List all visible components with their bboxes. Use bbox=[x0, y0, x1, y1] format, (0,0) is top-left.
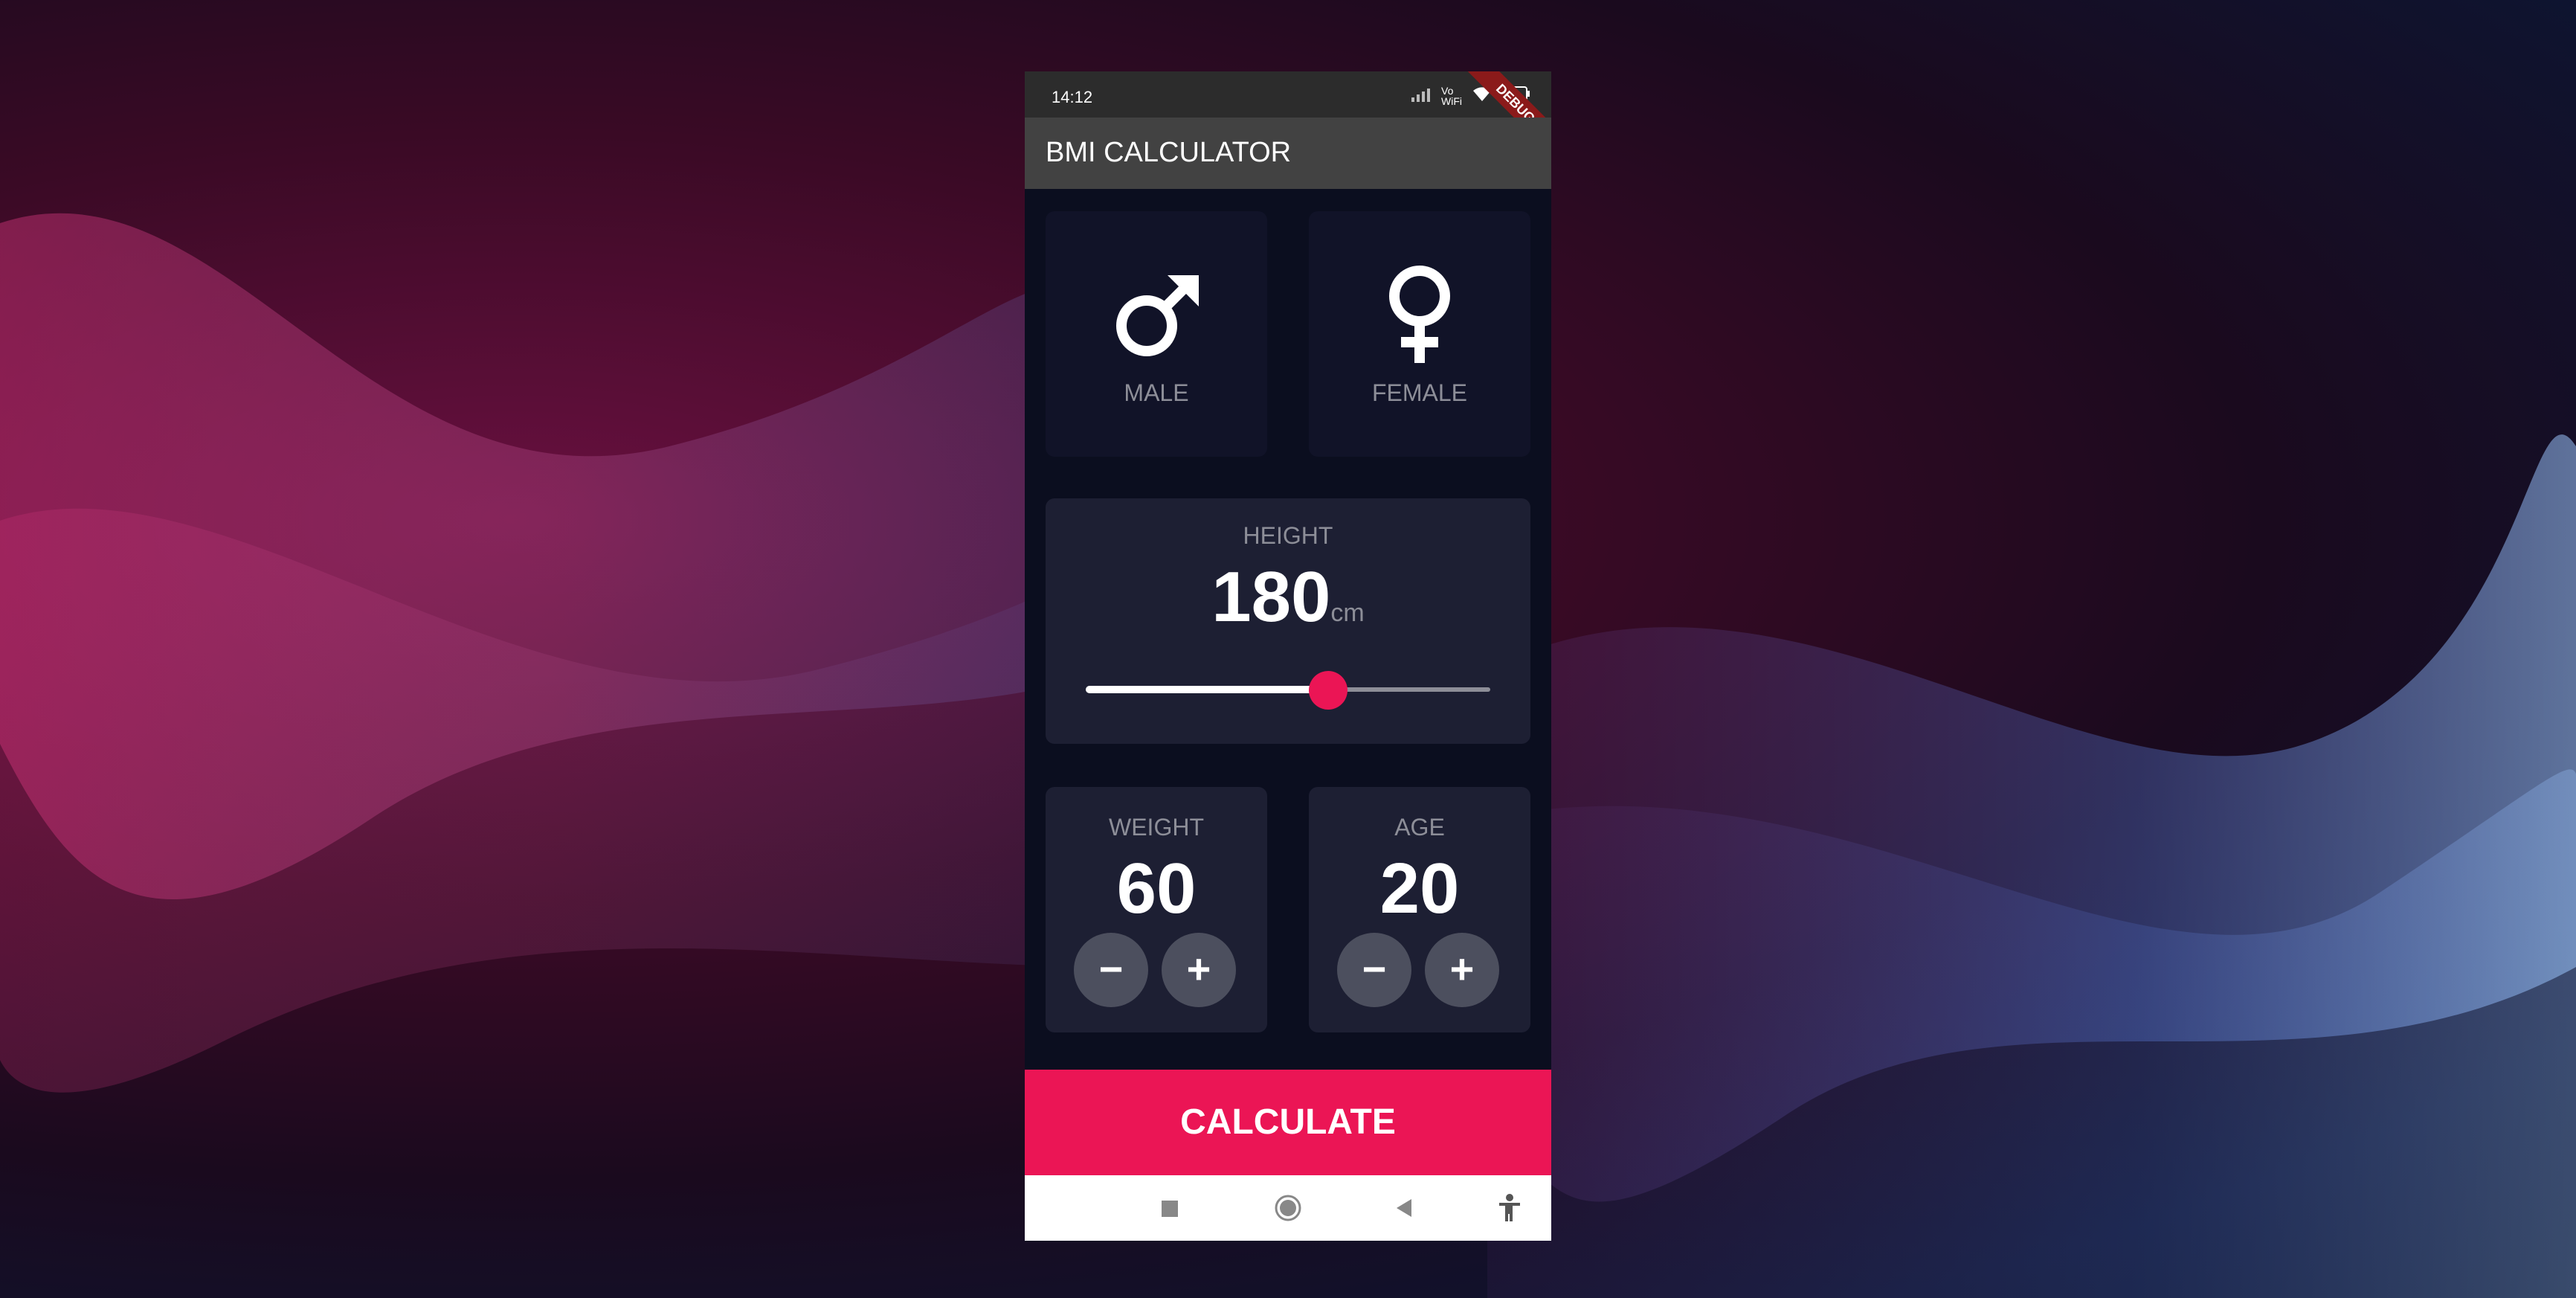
signal-icon bbox=[1411, 86, 1434, 106]
recents-icon[interactable] bbox=[1154, 1193, 1184, 1223]
age-label: AGE bbox=[1394, 814, 1445, 841]
male-symbol-icon bbox=[1046, 268, 1267, 368]
weight-plus-button[interactable]: + bbox=[1162, 933, 1236, 1007]
age-minus-button[interactable]: − bbox=[1337, 933, 1411, 1007]
female-card[interactable]: FEMALE bbox=[1309, 211, 1530, 457]
phone-screen: 14:12 Vo WiFi 45 DEBUG BMI CALCULATOR M bbox=[1025, 71, 1551, 1241]
accessibility-icon[interactable] bbox=[1495, 1193, 1524, 1223]
vowifi-label: Vo WiFi bbox=[1441, 85, 1462, 107]
female-symbol-icon bbox=[1309, 260, 1530, 368]
height-value: 180 bbox=[1211, 557, 1331, 637]
status-bar: 14:12 Vo WiFi 45 DEBUG bbox=[1025, 71, 1551, 164]
height-card: HEIGHT 180cm bbox=[1046, 498, 1530, 744]
calculate-button[interactable]: CALCULATE bbox=[1025, 1070, 1551, 1175]
age-card: AGE 20 − + bbox=[1309, 787, 1530, 1032]
status-time: 14:12 bbox=[1052, 88, 1093, 106]
female-label: FEMALE bbox=[1371, 379, 1468, 406]
weight-minus-button[interactable]: − bbox=[1074, 933, 1148, 1007]
weight-value: 60 bbox=[1116, 849, 1197, 928]
height-slider[interactable] bbox=[1086, 671, 1490, 710]
height-label: HEIGHT bbox=[1243, 522, 1333, 549]
male-card[interactable]: MALE bbox=[1046, 211, 1267, 457]
system-nav-bar bbox=[1025, 1175, 1551, 1241]
male-label: MALE bbox=[1124, 379, 1189, 406]
height-value-row: 180cm bbox=[1046, 556, 1530, 638]
age-value: 20 bbox=[1379, 849, 1460, 928]
back-icon[interactable] bbox=[1391, 1193, 1420, 1223]
weight-label: WEIGHT bbox=[1109, 814, 1204, 841]
app-bar: BMI CALCULATOR bbox=[1025, 118, 1551, 189]
height-unit: cm bbox=[1330, 599, 1365, 627]
weight-card: WEIGHT 60 − + bbox=[1046, 787, 1267, 1032]
age-plus-button[interactable]: + bbox=[1425, 933, 1499, 1007]
slider-active-track bbox=[1086, 686, 1329, 693]
home-icon[interactable] bbox=[1273, 1193, 1303, 1223]
slider-thumb[interactable] bbox=[1309, 671, 1348, 710]
app-title: BMI CALCULATOR bbox=[1046, 137, 1292, 168]
